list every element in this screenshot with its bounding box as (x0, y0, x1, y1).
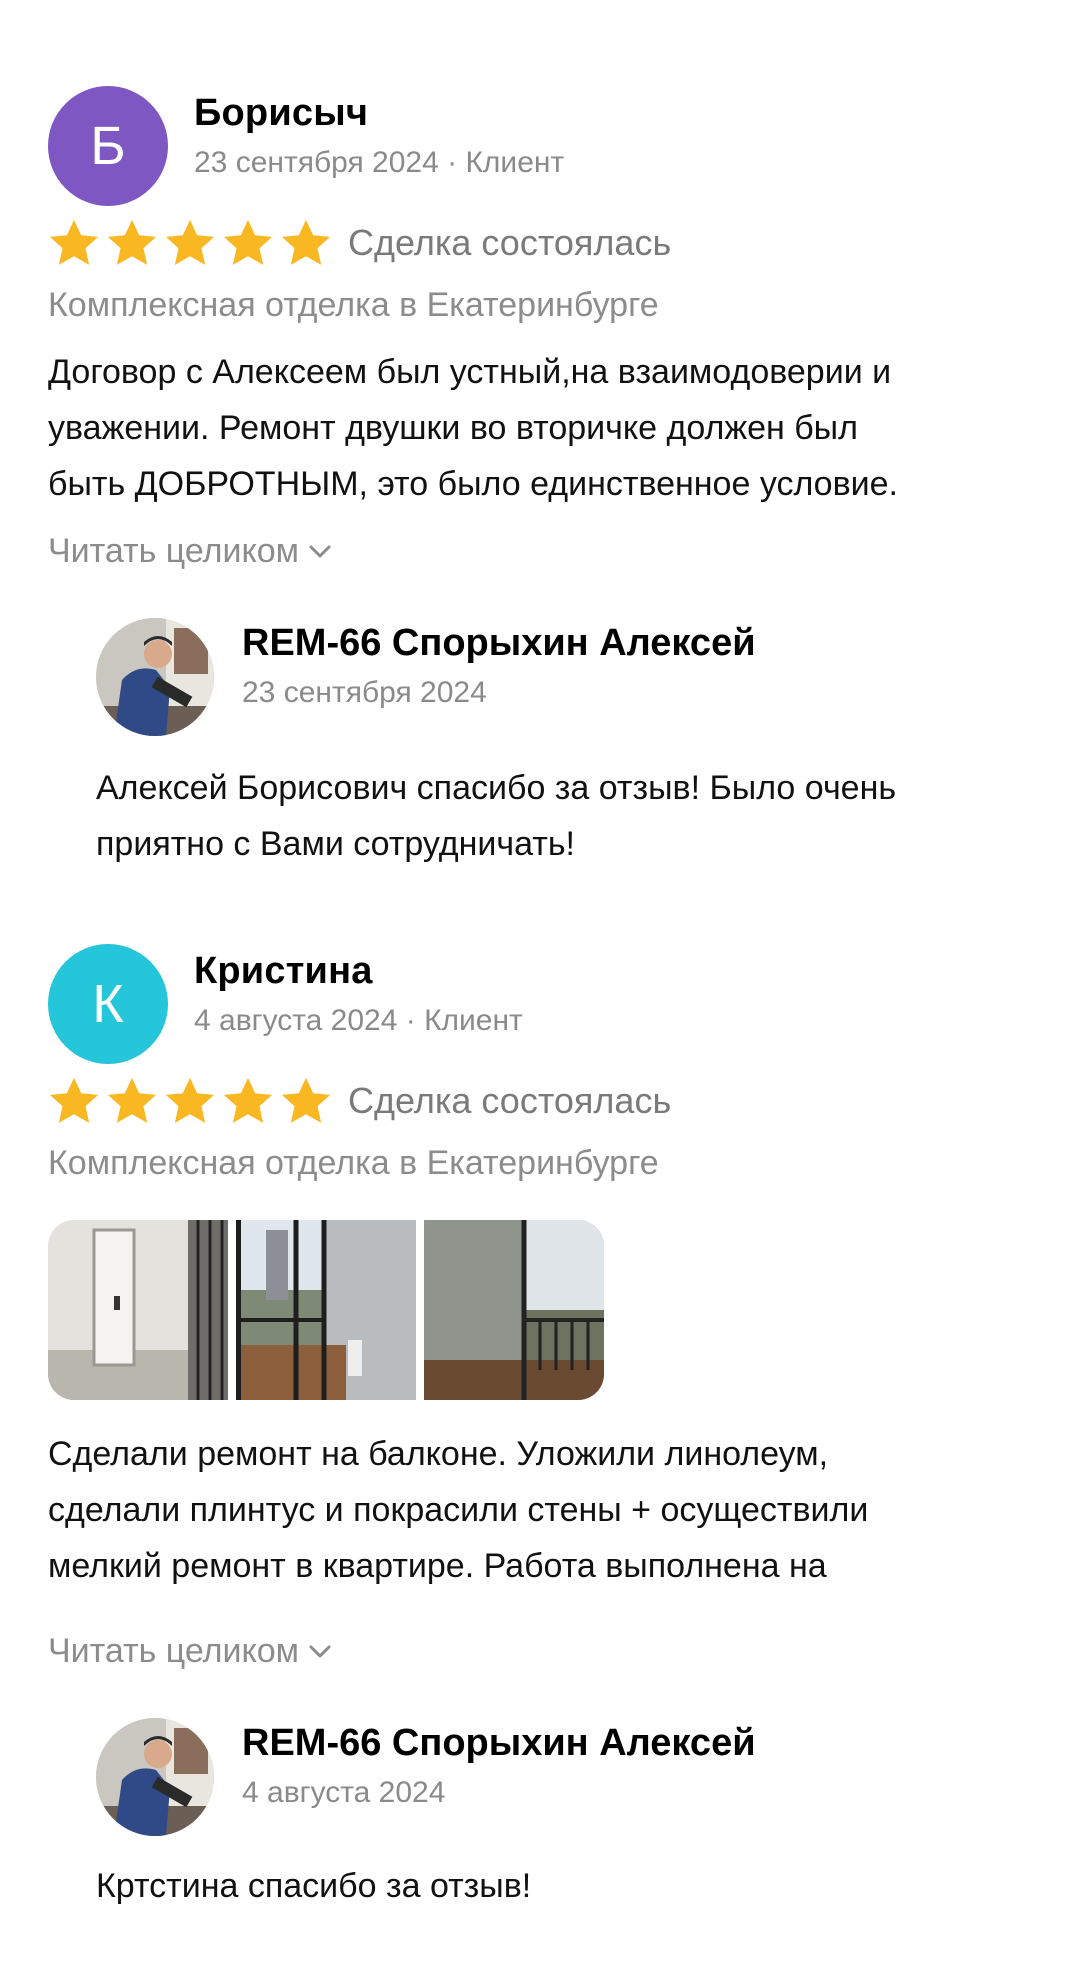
read-more-button[interactable]: Читать целиком (48, 532, 331, 571)
chevron-down-icon (309, 545, 331, 559)
avatar-initial: К (92, 974, 124, 1034)
star-icon (48, 218, 100, 268)
review-photo[interactable] (48, 1220, 228, 1400)
read-more-label: Читать целиком (48, 1632, 299, 1670)
review-text-line: Сделали ремонт на балконе. Уложили линол… (48, 1435, 829, 1473)
review-meta: 23 сентября 2024 · Клиент (194, 146, 565, 179)
read-more-label: Читать целиком (48, 532, 299, 570)
review-photos (48, 1220, 604, 1400)
review-text-line: уважении. Ремонт двушки во вторичке долж… (48, 409, 858, 447)
review-text: Сделали ремонт на балконе. Уложили линол… (48, 1426, 1038, 1594)
star-icon (106, 1076, 158, 1126)
review-text-line: Договор с Алексеем был устный,на взаимод… (48, 353, 892, 391)
chevron-down-icon (309, 1645, 331, 1659)
star-icon (164, 218, 216, 268)
review-photo[interactable] (236, 1220, 416, 1400)
reply-text: Кртстина спасибо за отзыв! (96, 1858, 1036, 1914)
review-text-line: мелкий ремонт в квартире. Работа выполне… (48, 1547, 827, 1585)
star-icon (106, 218, 158, 268)
reply-avatar[interactable] (96, 1718, 214, 1836)
star-icon (48, 1076, 100, 1126)
star-icon (280, 1076, 332, 1126)
review-card: К Кристина 4 августа 2024 · Клиент Сделк… (48, 858, 1038, 1958)
review-author[interactable]: Кристина (194, 950, 373, 993)
reply-text-line: Кртстина спасибо за отзыв! (96, 1867, 532, 1905)
star-icon (222, 218, 274, 268)
review-text-line: быть ДОБРОТНЫМ, это было единственное ус… (48, 465, 898, 503)
star-icon (280, 218, 332, 268)
deal-status: Сделка состоялась (348, 1080, 672, 1121)
reply-author[interactable]: REM-66 Спорыхин Алексей (242, 622, 756, 665)
review-author[interactable]: Борисыч (194, 92, 368, 135)
review-meta: 4 августа 2024 · Клиент (194, 1004, 523, 1037)
reply-date: 23 сентября 2024 (242, 676, 487, 709)
review-photo[interactable] (424, 1220, 604, 1400)
reply-author[interactable]: REM-66 Спорыхин Алексей (242, 1722, 756, 1765)
star-icon (222, 1076, 274, 1126)
review-card: Б Борисыч 23 сентября 2024 · Клиент Сдел… (48, 0, 1038, 863)
review-text-line: сделали плинтус и покрасили стены + осущ… (48, 1491, 869, 1529)
service-label[interactable]: Комплексная отделка в Екатеринбурге (48, 286, 659, 325)
reply-date: 4 августа 2024 (242, 1776, 446, 1809)
rating-stars (48, 218, 332, 268)
read-more-button[interactable]: Читать целиком (48, 1632, 331, 1671)
rating-stars (48, 1076, 332, 1126)
reply-avatar[interactable] (96, 618, 214, 736)
avatar[interactable]: К (48, 944, 168, 1064)
reply-text: Алексей Борисович спасибо за отзыв! Было… (96, 760, 1036, 872)
avatar[interactable]: Б (48, 86, 168, 206)
reply-text-line: Алексей Борисович спасибо за отзыв! Было… (96, 769, 897, 807)
deal-status: Сделка состоялась (348, 222, 672, 263)
review-text: Договор с Алексеем был устный,на взаимод… (48, 344, 1038, 512)
star-icon (164, 1076, 216, 1126)
avatar-initial: Б (90, 116, 126, 176)
service-label[interactable]: Комплексная отделка в Екатеринбурге (48, 1144, 659, 1183)
